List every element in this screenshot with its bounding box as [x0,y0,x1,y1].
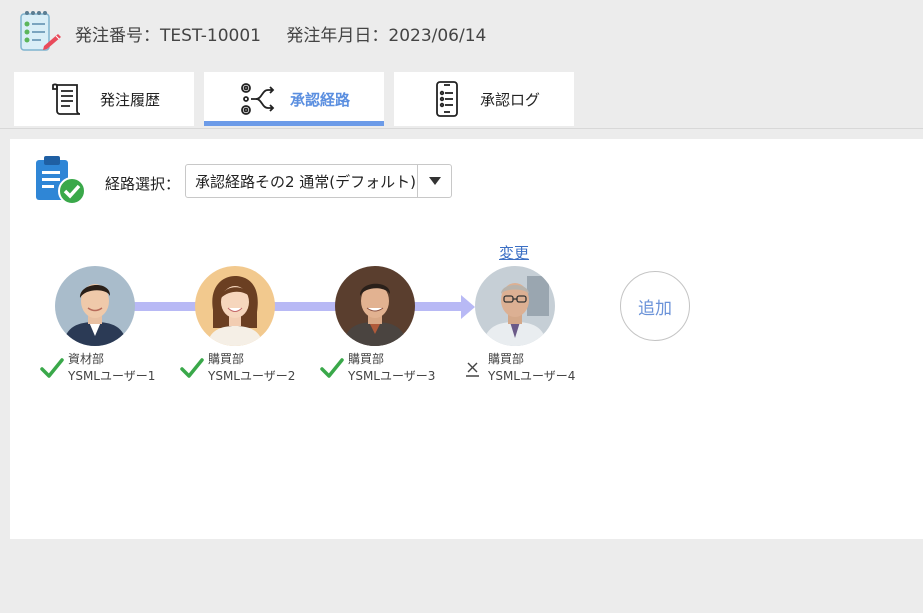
route-select-dropdown[interactable]: 承認経路その2 通常(デフォルト) [185,164,452,198]
checklist-icon [20,11,61,51]
approval-route-panel: 経路選択： 承認経路その2 通常(デフォルト) 変更 資材部 YSMLユーザー1 [10,139,923,539]
route-select-value: 承認経路その2 通常(デフォルト) [195,172,417,191]
tab-approval-route[interactable]: 承認経路 [204,72,384,126]
approver-avatar[interactable] [195,266,275,346]
approved-check-icon [40,358,64,378]
approved-check-icon [320,358,344,378]
clipboard-check-icon [36,156,86,205]
chevron-down-icon[interactable] [417,165,451,197]
tab-approval-log[interactable]: 承認ログ [394,72,574,126]
route-connector [408,302,463,311]
route-arrow-icon [461,295,475,319]
approver-name: YSMLユーザー1 [68,369,156,383]
close-icon[interactable] [464,360,482,378]
tab-label: 承認経路 [289,90,350,109]
approver-avatar[interactable] [475,266,555,346]
approver-name: YSMLユーザー3 [348,369,436,383]
approver-info: 購買部 YSMLユーザー3 [348,351,435,385]
approver-info: 購買部 YSMLユーザー2 [208,351,295,385]
order-number: 発注番号：TEST-10001 [75,26,261,46]
route-icon [241,83,275,115]
phone-list-icon [436,81,458,117]
tab-divider [0,128,923,129]
approved-check-icon [180,358,204,378]
approver-info: 資材部 YSMLユーザー1 [68,351,155,385]
tab-label: 発注履歴 [99,90,160,109]
approver-avatar[interactable] [55,266,135,346]
tab-order-history[interactable]: 発注履歴 [14,72,194,126]
approver-department: 購買部 [208,352,245,366]
scroll-icon [52,83,81,115]
tab-label: 承認ログ [479,90,540,109]
change-approver-link[interactable]: 変更 [499,242,529,263]
approver-department: 購買部 [348,352,385,366]
order-header: 発注番号：TEST-10001 発注年月日：2023/06/14 [0,0,923,64]
approver-department: 購買部 [488,352,525,366]
approver-name: YSMLユーザー4 [488,369,576,383]
tab-bar: 発注履歴 承認経路 承認ログ [14,72,574,126]
add-approver-button[interactable]: 追加 [620,271,690,341]
route-select-label: 経路選択： [105,175,181,193]
approver-info: 購買部 YSMLユーザー4 [488,351,575,385]
approver-avatar[interactable] [335,266,415,346]
approver-name: YSMLユーザー2 [208,369,296,383]
approver-department: 資材部 [68,352,105,366]
order-date: 発注年月日：2023/06/14 [286,26,487,46]
